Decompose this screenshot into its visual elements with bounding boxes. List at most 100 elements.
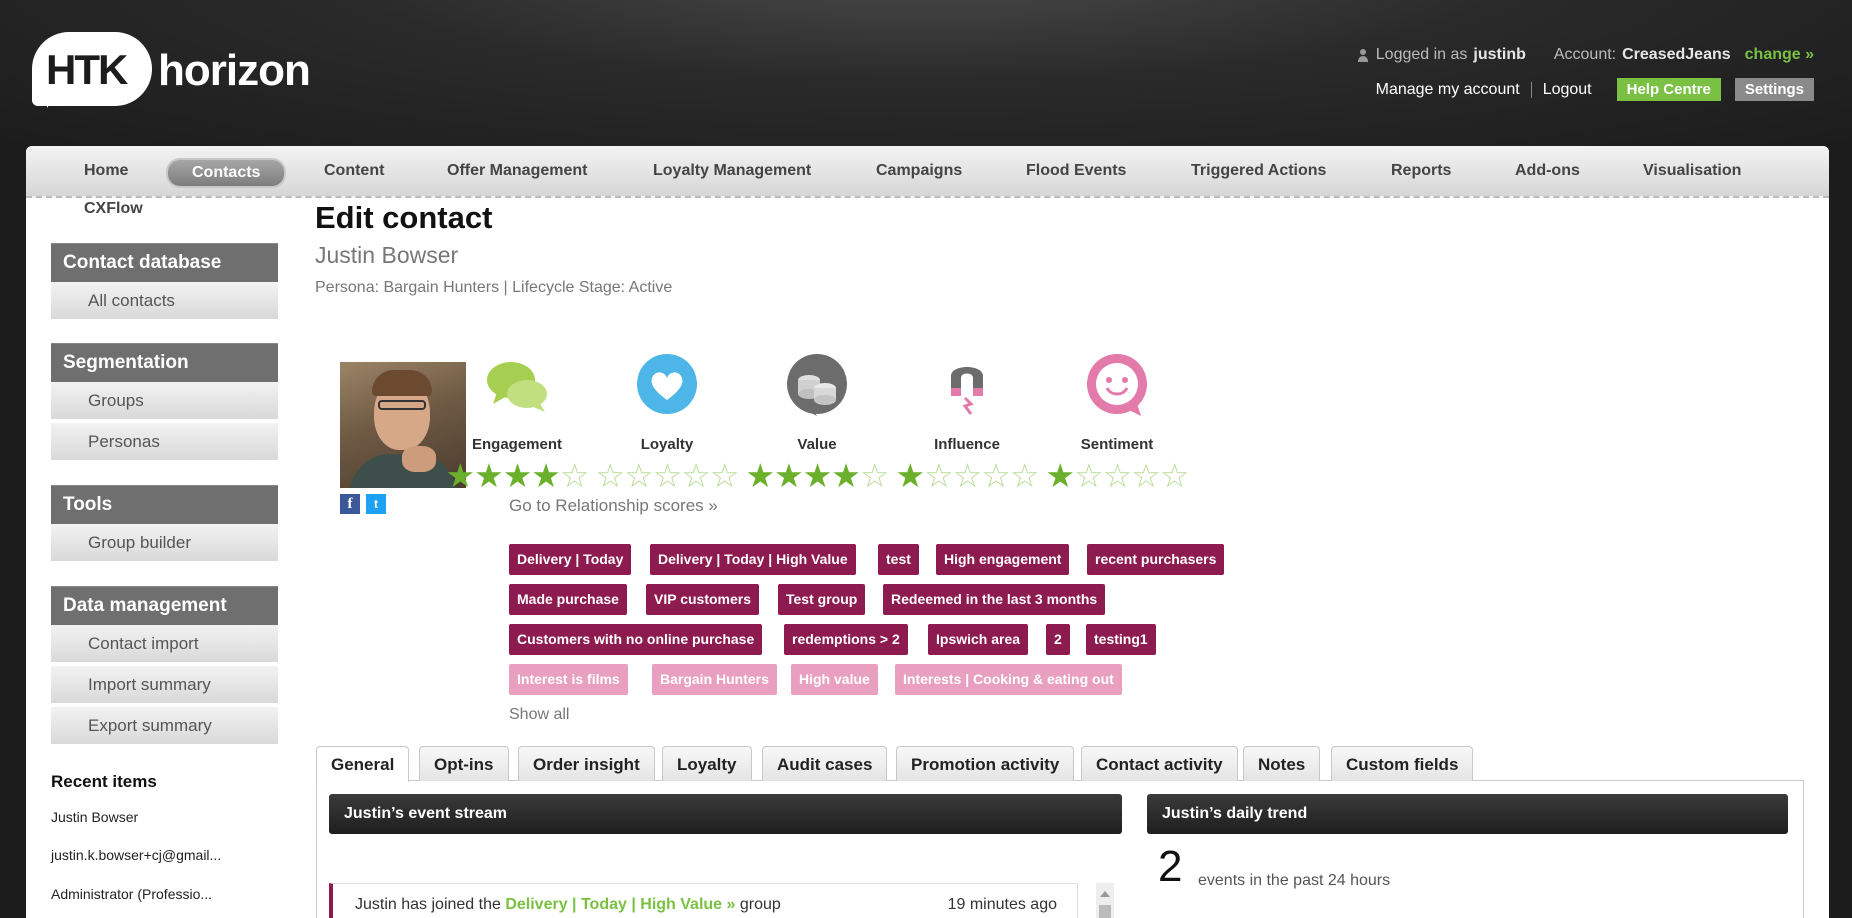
star-filled-icon: ★ [1045,457,1076,494]
score-engagement[interactable]: Engagement ★★★★☆ [442,354,592,492]
settings-button[interactable]: Settings [1734,78,1814,101]
sidebar-item-import-summary[interactable]: Import summary [51,666,278,705]
score-label: Influence [934,436,1000,453]
star-filled-icon: ★ [745,457,776,494]
speech-bubbles-icon [485,354,549,418]
persona-tag[interactable]: Interest is films [509,664,628,695]
recent-item[interactable]: Justin Bowser [51,809,138,825]
star-empty-icon: ☆ [595,457,626,494]
scroll-thumb[interactable] [1099,905,1111,918]
star-empty-icon: ☆ [924,457,954,494]
star-empty-icon: ☆ [652,457,683,494]
facebook-icon[interactable]: f [340,494,360,514]
htk-horizon-logo[interactable]: HTK horizon [32,32,322,108]
star-empty-icon: ☆ [952,457,983,494]
group-tag[interactable]: VIP customers [646,584,760,615]
persona-tag[interactable]: Interests | Cooking & eating out [895,664,1122,695]
recent-item[interactable]: justin.k.bowser+cj@gmail... [51,847,221,863]
nav-add-ons[interactable]: Add-ons [1515,162,1580,180]
heart-icon [635,354,699,418]
recent-item[interactable]: Administrator (Professio... [51,886,212,902]
tab-loyalty[interactable]: Loyalty [662,746,752,781]
event-group-link[interactable]: Delivery | Today | High Value » [505,896,735,913]
logout-link[interactable]: Logout [1543,81,1592,99]
tab-promotion-activity[interactable]: Promotion activity [896,746,1075,781]
show-all-tags-link[interactable]: Show all [509,706,569,724]
group-tag[interactable]: Customers with no online purchase [509,624,763,655]
tab-custom-fields[interactable]: Custom fields [1331,746,1474,781]
header-links: Manage my account Logout Help Centre Set… [1376,78,1814,101]
nav-flood-events[interactable]: Flood Events [1026,162,1126,180]
sidebar-item-contact-import[interactable]: Contact import [51,625,278,664]
group-tag[interactable]: recent purchasers [1087,544,1225,575]
persona-tag[interactable]: Bargain Hunters [652,664,777,695]
persona-tag[interactable]: High value [791,664,878,695]
star-empty-icon: ☆ [1131,457,1161,494]
sidebar-item-personas[interactable]: Personas [51,423,278,462]
group-tag[interactable]: High engagement [936,544,1070,575]
user-icon [1357,48,1368,62]
star-rating: ★★★★☆ [442,459,592,492]
tab-opt-ins[interactable]: Opt-ins [419,746,509,781]
group-tag[interactable]: redemptions > 2 [784,624,908,655]
star-filled-icon: ★ [502,457,533,494]
group-tag[interactable]: Delivery | Today | High Value [650,544,856,575]
group-tag[interactable]: Test group [778,584,866,615]
help-centre-button[interactable]: Help Centre [1616,78,1721,101]
manage-account-link[interactable]: Manage my account [1376,81,1520,99]
avatar-hand [402,446,436,472]
group-tag[interactable]: Made purchase [509,584,627,615]
score-label: Value [797,436,837,453]
twitter-icon[interactable]: t [366,494,386,514]
tab-general[interactable]: General [316,746,410,782]
tab-audit-cases[interactable]: Audit cases [762,746,888,781]
group-tag[interactable]: Delivery | Today [509,544,632,575]
event-stream-scrollbar[interactable] [1096,883,1114,918]
link-divider [1530,81,1532,98]
star-filled-icon: ★ [474,457,504,494]
avatar-glasses [378,400,426,410]
nav-campaigns[interactable]: Campaigns [876,162,962,180]
tab-order-insight[interactable]: Order insight [518,746,655,781]
nav-content[interactable]: Content [324,162,384,180]
score-influence[interactable]: Influence ★☆☆☆☆ [892,354,1042,494]
nav-offer-management[interactable]: Offer Management [447,162,587,180]
nav-contacts[interactable]: Contacts [166,158,287,188]
group-tag[interactable]: 2 [1046,624,1070,655]
nav-triggered-actions[interactable]: Triggered Actions [1191,162,1326,180]
app-header: HTK horizon Logged in as justinb Account… [0,0,1852,146]
score-value[interactable]: Value ★★★★☆ [742,354,892,494]
nav-home[interactable]: Home [84,162,128,180]
group-tag[interactable]: test [878,544,919,575]
group-tag[interactable]: testing1 [1086,624,1156,655]
event-timestamp: 19 minutes ago [947,896,1057,913]
page-title: Edit contact [315,200,493,235]
star-rating: ★☆☆☆☆ [1042,459,1192,492]
sidebar-item-export-summary[interactable]: Export summary [51,707,278,746]
star-rating: ☆☆☆☆☆ [592,459,742,492]
relationship-scores-link[interactable]: Go to Relationship scores » [509,496,718,516]
sidebar-item-groups[interactable]: Groups [51,382,278,421]
nav-visualisation[interactable]: Visualisation [1643,162,1741,180]
group-tag[interactable]: Redeemed in the last 3 months [883,584,1106,615]
tab-notes[interactable]: Notes [1243,746,1321,781]
nav-loyalty-management[interactable]: Loyalty Management [653,162,811,180]
account-name: CreasedJeans [1622,46,1731,63]
nav-reports[interactable]: Reports [1391,162,1451,180]
star-empty-icon: ☆ [1009,457,1040,494]
sidebar-item-group-builder[interactable]: Group builder [51,524,278,563]
change-account-link[interactable]: change » [1745,46,1814,64]
event-prefix: Justin has joined the [355,896,501,913]
group-tag[interactable]: Ipswich area [928,624,1029,655]
sidebar-heading-contact-database: Contact database [51,243,278,282]
scroll-up-arrow-icon[interactable] [1100,891,1110,897]
star-empty-icon: ☆ [981,457,1011,494]
nav-cxflow[interactable]: CXFlow [84,200,143,218]
tab-contact-activity[interactable]: Contact activity [1081,746,1238,781]
score-loyalty[interactable]: Loyalty ☆☆☆☆☆ [592,354,742,492]
score-sentiment[interactable]: Sentiment ★☆☆☆☆ [1042,354,1192,492]
sidebar-item-all-contacts[interactable]: All contacts [51,282,278,321]
star-filled-icon: ★ [774,457,804,494]
score-label: Sentiment [1080,436,1154,453]
logo-horizon-text: horizon [158,46,311,95]
